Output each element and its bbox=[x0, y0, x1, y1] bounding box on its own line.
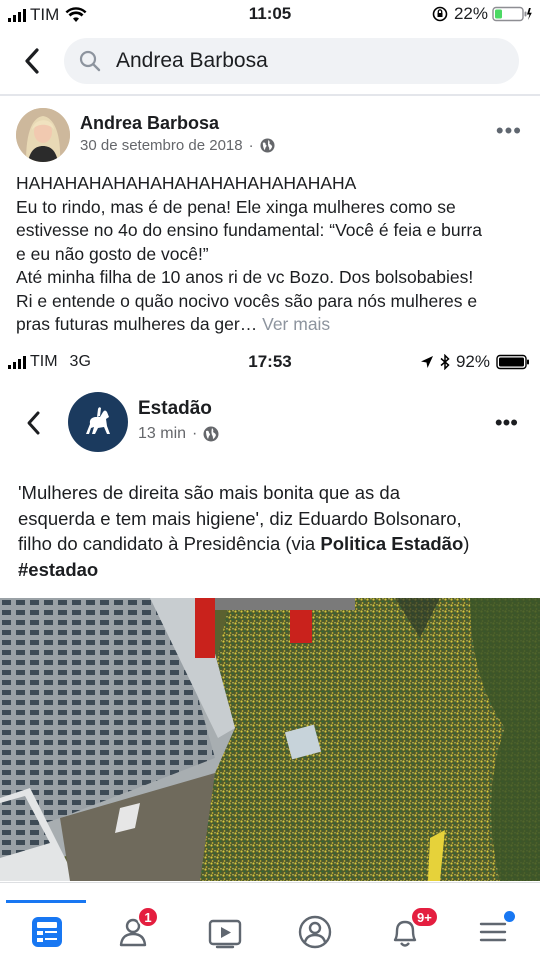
embedded-meta: 13 min · bbox=[138, 425, 219, 443]
back-arrow-icon[interactable] bbox=[18, 44, 48, 78]
menu-notification-dot bbox=[504, 911, 515, 922]
location-arrow-icon bbox=[420, 356, 433, 368]
post-author[interactable]: Andrea Barbosa bbox=[80, 113, 219, 134]
header-divider bbox=[0, 94, 540, 96]
embedded-screenshot[interactable]: TIM 3G 17:53 92% Estadão 13 min · ••• 'M… bbox=[0, 346, 540, 881]
post-line: Até minha filha de 10 anos ri de vc Bozo… bbox=[16, 267, 474, 287]
battery-icon bbox=[496, 354, 529, 370]
post-line: HAHAHAHAHAHAHAHAHAHAHAHAHAHA bbox=[16, 173, 357, 193]
embedded-battery-info: 92% bbox=[420, 352, 530, 372]
news-feed-icon[interactable] bbox=[27, 912, 67, 952]
battery-info: 22% bbox=[432, 4, 532, 24]
embedded-line-suffix: ) bbox=[463, 533, 470, 554]
battery-percent: 22% bbox=[453, 4, 488, 23]
bottom-nav: 1 9+ bbox=[0, 900, 540, 960]
globe-icon bbox=[260, 138, 275, 153]
embedded-line: filho do candidato à Presidência (via Po… bbox=[18, 531, 530, 557]
embedded-back-arrow-icon bbox=[27, 411, 40, 435]
embedded-page-name: Estadão bbox=[138, 398, 212, 419]
orientation-lock-icon bbox=[432, 6, 448, 22]
embedded-battery-percent: 92% bbox=[455, 352, 490, 371]
post-line: estivesse no 4o do ensino fundamental: “… bbox=[16, 220, 482, 240]
search-bar[interactable]: Andrea Barbosa bbox=[64, 38, 519, 84]
post-options-icon[interactable]: ••• bbox=[496, 118, 522, 144]
embedded-line: 'Mulheres de direita são mais bonita que… bbox=[18, 482, 400, 503]
nav-divider bbox=[0, 882, 540, 883]
embedded-separator: · bbox=[192, 425, 198, 442]
post-line: Ri e entende o quão nocivo vocês são par… bbox=[16, 290, 478, 311]
author-avatar[interactable] bbox=[16, 108, 70, 162]
search-query: Andrea Barbosa bbox=[116, 49, 268, 72]
search-header: Andrea Barbosa bbox=[0, 30, 540, 92]
search-icon bbox=[79, 50, 101, 72]
estadao-logo bbox=[68, 392, 128, 452]
battery-icon bbox=[492, 6, 532, 22]
post-meta: 30 de setembro de 2018 · bbox=[80, 137, 275, 154]
embedded-status-bar: TIM 3G 17:53 92% bbox=[0, 346, 540, 380]
notifications-badge: 9+ bbox=[410, 906, 439, 928]
watch-icon[interactable] bbox=[205, 912, 245, 952]
meta-separator: · bbox=[248, 137, 254, 154]
embedded-line-prefix: filho do candidato à Presidência (via bbox=[18, 533, 321, 554]
embedded-hashtag: #estadao bbox=[18, 558, 99, 580]
status-bar: TIM 11:05 22% bbox=[0, 0, 540, 28]
globe-icon bbox=[203, 426, 219, 442]
post-line: Eu to rindo, mas é de pena! Ele xinga mu… bbox=[16, 196, 456, 217]
post-line: pras futuras mulheres da ger… bbox=[16, 314, 258, 334]
embedded-post-text: 'Mulheres de direita são mais bonita que… bbox=[18, 480, 530, 582]
post-date[interactable]: 30 de setembro de 2018 bbox=[80, 137, 243, 154]
protest-photo bbox=[0, 598, 540, 881]
embedded-line: esquerda e tem mais higiene', diz Eduard… bbox=[18, 507, 462, 529]
see-more-link[interactable]: Ver mais bbox=[262, 314, 330, 334]
post-line-last: pras futuras mulheres da ger… Ver mais bbox=[16, 313, 530, 337]
embedded-mention: Politica Estadão bbox=[320, 533, 464, 554]
friends-badge: 1 bbox=[137, 906, 159, 928]
active-tab-indicator bbox=[6, 900, 86, 903]
post-text: HAHAHAHAHAHAHAHAHAHAHAHAHAHA Eu to rindo… bbox=[16, 172, 530, 337]
profile-icon[interactable] bbox=[295, 912, 335, 952]
post-line: e eu não gosto de você!” bbox=[16, 243, 209, 264]
embedded-options-icon: ••• bbox=[494, 410, 518, 435]
embedded-time-ago: 13 min bbox=[138, 425, 187, 442]
bluetooth-icon bbox=[440, 354, 450, 370]
